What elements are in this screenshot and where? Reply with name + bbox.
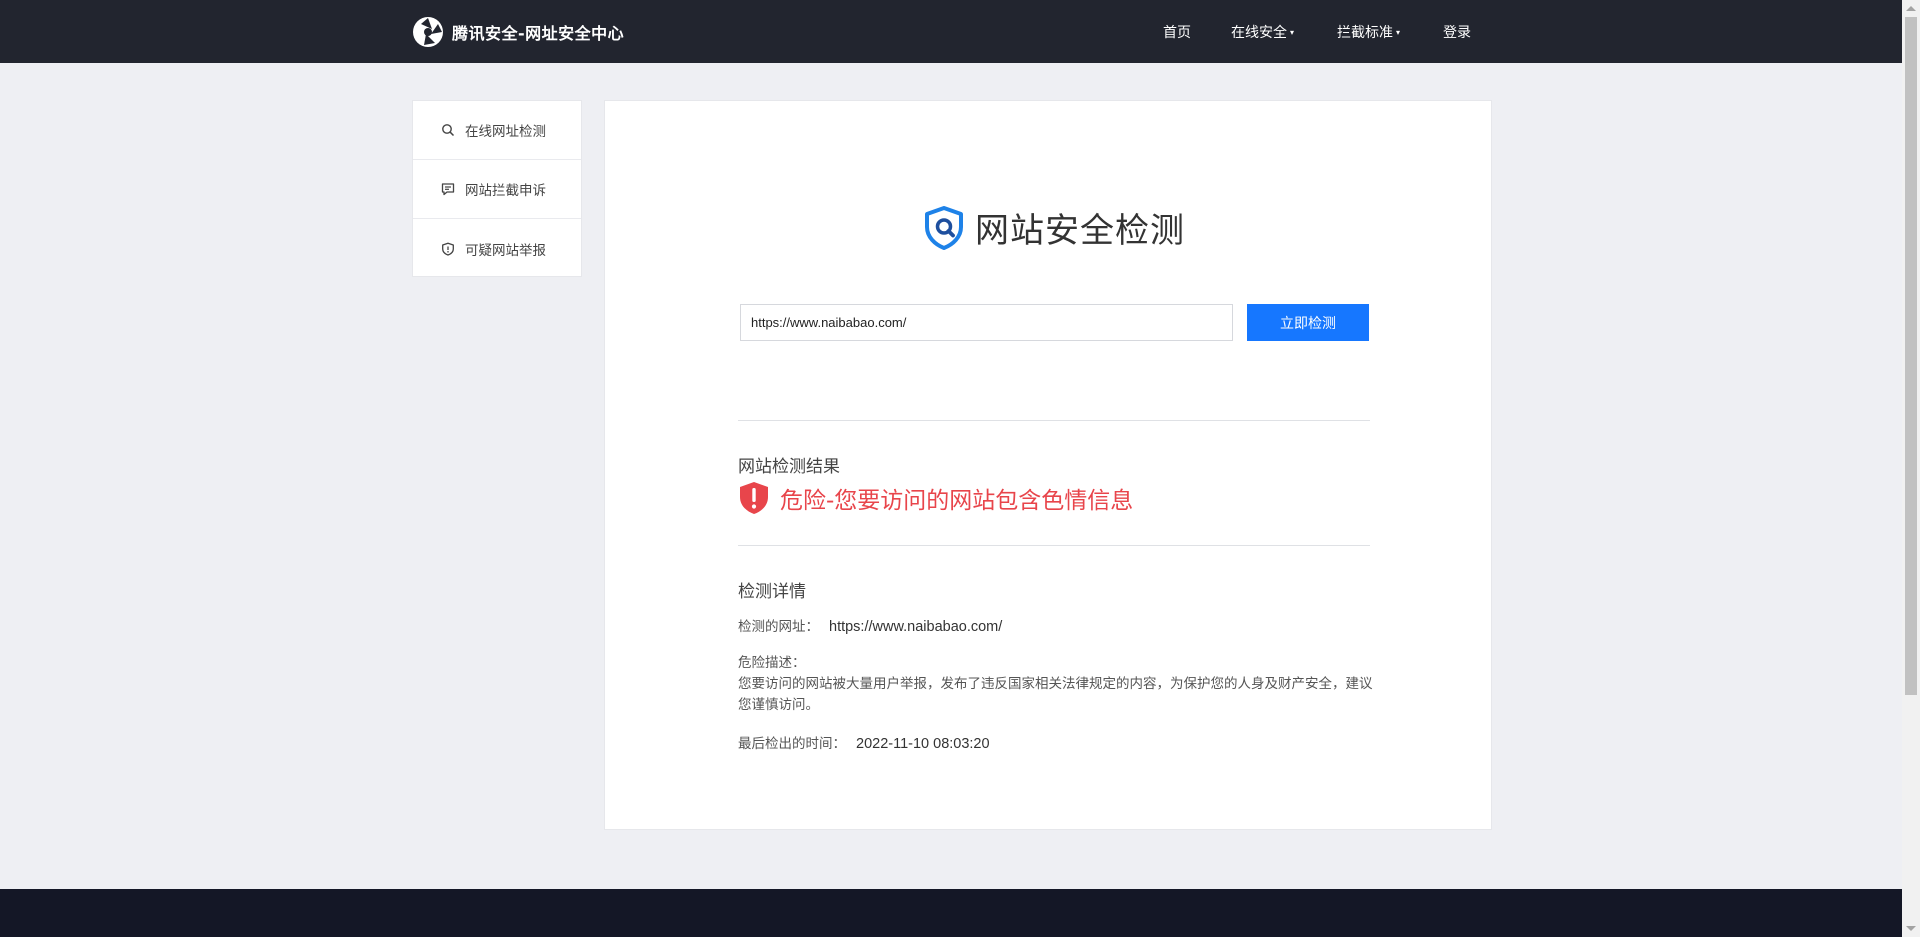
sidebar-item-label: 在线网址检测 <box>465 124 546 140</box>
danger-status-text: 危险-您要访问的网站包含色情信息 <box>780 488 1134 514</box>
sidebar-item-url-check[interactable]: 在线网址检测 <box>413 101 581 160</box>
page-scrollbar[interactable] <box>1902 0 1920 937</box>
last-detected-label: 最后检出的时间： <box>738 736 846 752</box>
nav-block-standard[interactable]: 拦截标准 ▾ <box>1337 22 1400 42</box>
url-input[interactable] <box>740 304 1233 341</box>
scrollbar-thumb[interactable] <box>1905 17 1917 695</box>
checked-url-row: 检测的网址： https://www.naibabao.com/ <box>738 615 1002 635</box>
last-detected-value: 2022-11-10 08:03:20 <box>856 736 990 752</box>
shield-icon <box>442 242 454 256</box>
page-footer <box>0 889 1902 937</box>
danger-description-text: 您要访问的网站被大量用户举报，发布了违反国家相关法律规定的内容，为保护您的人身及… <box>738 676 1373 713</box>
divider <box>738 545 1370 546</box>
nav-login[interactable]: 登录 <box>1443 22 1471 42</box>
details-title: 检测详情 <box>738 582 806 602</box>
message-icon <box>441 183 455 196</box>
checked-url-label: 检测的网址： <box>738 619 819 635</box>
nav-online-security[interactable]: 在线安全 ▾ <box>1231 22 1294 42</box>
sidebar-item-appeal[interactable]: 网站拦截申诉 <box>413 160 581 219</box>
nav-online-security-label: 在线安全 <box>1231 25 1287 41</box>
danger-description-label: 危险描述： <box>738 655 806 671</box>
divider <box>738 420 1370 421</box>
checked-url-value: https://www.naibabao.com/ <box>829 619 1003 635</box>
side-menu: 在线网址检测 网站拦截申诉 可疑网站举报 <box>412 100 582 277</box>
chevron-down-icon: ▾ <box>1396 27 1401 37</box>
nav-home-label: 首页 <box>1163 25 1191 41</box>
detection-card: 网站安全检测 立即检测 网站检测结果 危险-您要访问的网站包含色情信息 检测详情… <box>604 100 1492 830</box>
search-icon <box>442 124 455 137</box>
check-now-button[interactable]: 立即检测 <box>1247 304 1369 341</box>
scroll-down-arrow-icon[interactable] <box>1906 926 1916 931</box>
shield-search-icon <box>925 205 963 250</box>
sidebar-item-report[interactable]: 可疑网站举报 <box>413 219 581 278</box>
danger-shield-icon <box>740 482 768 514</box>
brand[interactable]: 腾讯安全-网址安全中心 <box>411 14 624 50</box>
nav-block-standard-label: 拦截标准 <box>1337 25 1393 41</box>
sidebar-item-label: 网站拦截申诉 <box>465 183 546 199</box>
last-detected-row: 最后检出的时间： 2022-11-10 08:03:20 <box>738 732 990 752</box>
page-title-text: 网站安全检测 <box>975 211 1185 251</box>
nav-login-label: 登录 <box>1443 25 1471 41</box>
tencent-security-logo-icon <box>413 17 443 47</box>
brand-name: 腾讯安全-网址安全中心 <box>452 24 625 43</box>
scroll-up-arrow-icon[interactable] <box>1906 6 1916 11</box>
sidebar-item-label: 可疑网站举报 <box>465 242 546 259</box>
chevron-down-icon: ▾ <box>1290 27 1295 37</box>
top-navbar: 腾讯安全-网址安全中心 首页 在线安全 ▾ 拦截标准 ▾ 登录 <box>0 0 1902 63</box>
page-title: 网站安全检测 <box>921 203 1185 252</box>
danger-status: 危险-您要访问的网站包含色情信息 <box>738 481 1133 515</box>
result-label: 网站检测结果 <box>738 457 840 477</box>
danger-description: 危险描述： 您要访问的网站被大量用户举报，发布了违反国家相关法律规定的内容，为保… <box>738 653 1378 716</box>
nav-home[interactable]: 首页 <box>1163 22 1191 42</box>
